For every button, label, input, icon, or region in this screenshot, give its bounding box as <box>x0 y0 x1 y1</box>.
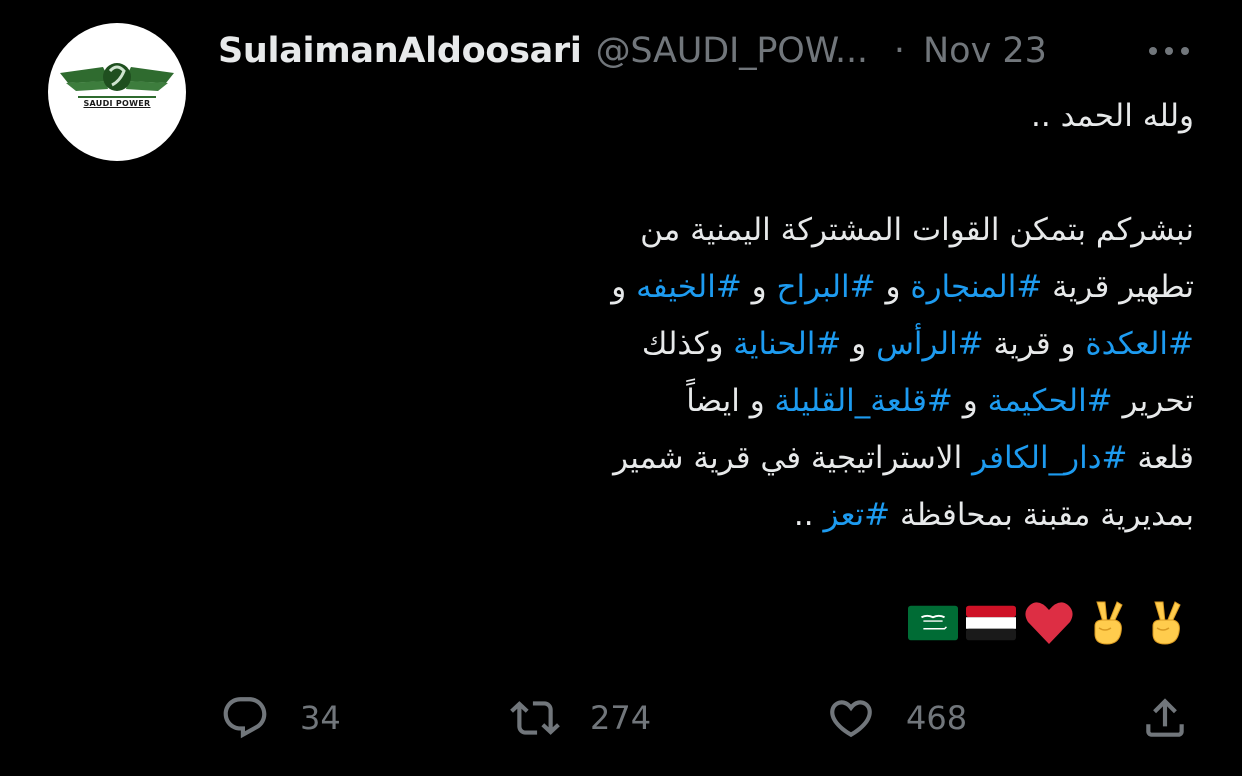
hashtag-link[interactable]: #الخيفه <box>636 269 742 305</box>
hashtag-link[interactable]: #البراح <box>777 269 876 305</box>
text-fragment: بمديرية مقبنة بمحافظة <box>890 497 1194 533</box>
text-fragment: .. <box>793 497 824 533</box>
text-fragment: قلعة <box>1127 440 1194 476</box>
reply-icon <box>223 697 267 739</box>
text-fragment: تطهير قرية <box>1042 269 1194 305</box>
tweet-line: بمديرية مقبنة بمحافظة #تعز .. <box>514 487 1194 544</box>
tweet-text: ولله الحمد .. نبشركم بتمكن القوات المشتر… <box>514 88 1194 544</box>
emoji-row <box>908 598 1190 648</box>
retweet-count: 274 <box>590 699 652 737</box>
share-button[interactable] <box>1140 692 1190 744</box>
hashtag-link[interactable]: #الرأس <box>876 326 984 362</box>
flag-saudi-arabia-icon <box>908 598 958 648</box>
hashtag-link[interactable]: #الحكيمة <box>988 383 1113 419</box>
flag-yemen-icon <box>966 598 1016 648</box>
tweet-line: تطهير قرية #المنجارة و #البراح و #الخيفه… <box>514 259 1194 316</box>
hashtag-link[interactable]: #المنجارة <box>910 269 1042 305</box>
text-fragment: و <box>875 269 911 305</box>
avatar-label: SAUDI POWER <box>83 99 151 108</box>
tweet-line: قلعة #دار_الكافر الاستراتيجية في قرية شم… <box>514 430 1194 487</box>
text-fragment: و <box>741 269 777 305</box>
tweet-line: نبشركم بتمكن القوات المشتركة اليمنية من <box>640 212 1194 248</box>
red-heart-icon <box>1024 598 1074 648</box>
tweet-date[interactable]: Nov 23 <box>923 31 1047 71</box>
action-bar: 34 274 468 <box>220 692 1200 744</box>
reply-button[interactable]: 34 <box>220 692 341 744</box>
reply-count: 34 <box>300 699 341 737</box>
tweet-line: ولله الحمد .. <box>1031 98 1194 134</box>
saudi-power-logo-icon <box>60 63 174 98</box>
victory-hand-icon <box>1140 598 1190 648</box>
share-icon <box>1146 698 1184 737</box>
victory-hand-icon <box>1082 598 1132 648</box>
tweet-header: SulaimanAldoosari @SAUDI_POW... · Nov 23 <box>218 26 1198 76</box>
hashtag-link[interactable]: #الحناية <box>733 326 841 362</box>
text-fragment: تحرير <box>1112 383 1195 419</box>
tweet-line: تحرير #الحكيمة و #قلعة_القليلة و ايضاً <box>514 373 1194 430</box>
more-dots-icon <box>1149 47 1189 55</box>
hashtag-link[interactable]: #العكدة <box>1085 326 1194 362</box>
retweet-icon <box>510 701 560 735</box>
display-name[interactable]: SulaimanAldoosari <box>218 31 582 71</box>
text-fragment: و <box>841 326 877 362</box>
like-count: 468 <box>906 699 968 737</box>
retweet-button[interactable]: 274 <box>510 692 651 744</box>
hashtag-link[interactable]: #دار_الكافر <box>972 440 1127 476</box>
like-button[interactable]: 468 <box>826 692 967 744</box>
text-fragment: و قرية <box>983 326 1086 362</box>
hashtag-link[interactable]: #قلعة_القليلة <box>775 383 953 419</box>
heart-outline-icon <box>830 700 872 738</box>
separator-dot: · <box>893 31 905 71</box>
tweet[interactable]: SAUDI POWER SulaimanAldoosari @SAUDI_POW… <box>0 0 1242 776</box>
text-fragment: و <box>952 383 988 419</box>
hashtag-link[interactable]: #تعز <box>823 497 890 533</box>
text-fragment: الاستراتيجية في قرية شمير <box>613 440 973 476</box>
text-fragment: وكذلك <box>641 326 734 362</box>
tweet-line: #العكدة و قرية #الرأس و #الحناية وكذلك <box>514 316 1194 373</box>
more-options-button[interactable] <box>1146 36 1192 66</box>
text-fragment: و ايضاً <box>686 383 775 419</box>
avatar[interactable]: SAUDI POWER <box>48 23 186 161</box>
text-fragment: و <box>611 269 637 305</box>
user-handle[interactable]: @SAUDI_POW... <box>596 31 868 71</box>
